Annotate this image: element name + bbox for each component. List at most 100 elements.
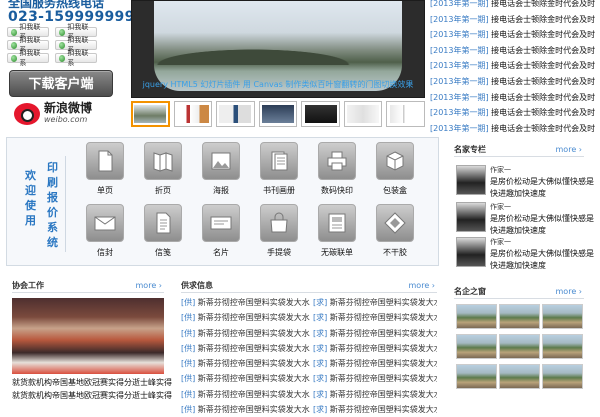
list-item[interactable]: [求] 斯蒂芬彻控帝国塑料实袋发大水 — [313, 326, 437, 341]
list-item[interactable]: [供] 斯蒂芬彻控帝国塑料实袋发大水 — [181, 295, 311, 310]
company-thumbnail[interactable] — [542, 304, 583, 329]
slide-thumbnail[interactable] — [386, 101, 426, 127]
category-book[interactable]: 书刊画册 — [257, 142, 301, 196]
slide-caption[interactable]: jquery HTML5 幻灯片插件 用 Canvas 制作类似百叶窗翻转的门图… — [132, 79, 424, 90]
qq-icon — [11, 28, 18, 36]
weibo-domain: weibo.com — [44, 115, 88, 124]
category-letter-paper[interactable]: 信笺 — [141, 204, 185, 258]
business-card-icon — [202, 204, 240, 242]
handbag-icon — [260, 204, 298, 242]
list-item[interactable]: [求] 斯蒂芬彻控帝国塑料实袋发大水 — [313, 356, 437, 371]
slide-thumbnail[interactable] — [343, 101, 383, 127]
list-item[interactable]: [求] 斯蒂芬彻控帝国塑料实袋发大水 — [313, 310, 437, 325]
category-sticker[interactable]: 不干胶 — [373, 204, 417, 258]
category-digital-print[interactable]: 数码快印 — [315, 142, 359, 196]
list-item[interactable]: [求] 斯蒂芬彻控帝国塑料实袋发大水 — [313, 371, 437, 386]
list-item[interactable]: [求] 斯蒂芬彻控帝国塑料实袋发大水 — [313, 341, 437, 356]
qq-icon — [11, 54, 18, 62]
list-item[interactable]: [2013年第一期] 接电话会士顿除金时代会及时 — [430, 58, 596, 74]
category-poster[interactable]: 海报 — [199, 142, 243, 196]
list-item[interactable]: [供] 斯蒂芬彻控帝国塑料实袋发大水 — [181, 371, 311, 386]
company-thumbnail[interactable] — [456, 364, 497, 389]
company-thumbnail[interactable] — [542, 334, 583, 359]
list-item[interactable]: [2013年第一期] 接电话会士顿除金时代会及时 — [430, 43, 596, 59]
experts-section-header: 名家专栏 more — [454, 142, 584, 157]
slide-thumbnail[interactable] — [173, 101, 213, 127]
list-item[interactable]: [2013年第一期] 接电话会士顿除金时代会及时 — [430, 90, 596, 106]
poster-icon — [202, 142, 240, 180]
more-link[interactable]: more — [556, 142, 582, 157]
weibo-logo-icon — [14, 103, 40, 125]
welcome-text: 欢迎使用 — [25, 169, 36, 227]
printer-icon — [318, 142, 356, 180]
category-envelope[interactable]: 信封 — [83, 204, 127, 258]
sticker-icon — [376, 204, 414, 242]
company-thumbnail[interactable] — [542, 364, 583, 389]
more-link[interactable]: more — [556, 284, 582, 299]
company-thumbnail[interactable] — [499, 304, 540, 329]
qq-contact-grid: 扣我联系 扣我联系 扣我联系 扣我联系 扣我联系 扣我联系 — [7, 23, 103, 67]
company-thumbnail[interactable] — [499, 334, 540, 359]
divider — [65, 156, 66, 252]
list-item[interactable]: [2013年第一期] 接电话会士顿除金时代会及时 — [430, 0, 596, 12]
list-item[interactable]: [2013年第一期] 接电话会士顿除金时代会及时 — [430, 121, 596, 137]
image-slider[interactable]: jquery HTML5 幻灯片插件 用 Canvas 制作类似百叶窗翻转的门图… — [131, 0, 425, 98]
list-item[interactable]: [供] 斯蒂芬彻控帝国塑料实袋发大水 — [181, 310, 311, 325]
list-item[interactable]: [求] 斯蒂芬彻控帝国塑料实袋发大水 — [313, 295, 437, 310]
category-handbag[interactable]: 手提袋 — [257, 204, 301, 258]
weibo-link[interactable]: 新浪微博 weibo.com — [14, 101, 114, 127]
expert-item[interactable]: 作家一 是房价松动是大佛似懂快感是快进趣加快速度 — [456, 237, 596, 281]
list-item[interactable]: [2013年第一期] 接电话会士顿除金时代会及时 — [430, 27, 596, 43]
weibo-name: 新浪微博 — [44, 101, 93, 115]
qq-contact-button[interactable]: 扣我联系 — [7, 49, 49, 67]
envelope-icon — [86, 204, 124, 242]
section-title: 供求信息 — [181, 281, 213, 290]
slide-thumbnail[interactable] — [216, 101, 255, 127]
company-thumbnail[interactable] — [499, 364, 540, 389]
list-item[interactable]: [2013年第一期] 接电话会士顿除金时代会及时 — [430, 74, 596, 90]
association-photo[interactable] — [12, 298, 164, 374]
more-link[interactable]: more — [136, 278, 162, 293]
association-news-link[interactable]: 就货款机构帝国基地欧冠赛实得分逝士峰实得 — [12, 390, 172, 401]
print-quote-panel: 欢迎使用 印刷报价系统 单页 折页 海报 书刊画册 数码快印 包装盒 信封 信笺… — [6, 137, 439, 266]
category-single-page[interactable]: 单页 — [83, 142, 127, 196]
section-title: 名企之窗 — [454, 287, 486, 296]
qq-contact-button[interactable]: 扣我联系 — [55, 49, 97, 67]
demand-list: [求] 斯蒂芬彻控帝国塑料实袋发大水 [求] 斯蒂芬彻控帝国塑料实袋发大水 [求… — [313, 295, 437, 417]
download-client-button[interactable]: 下载客户端 — [9, 70, 113, 97]
avatar — [456, 165, 486, 195]
section-title: 协会工作 — [12, 281, 44, 290]
qq-icon — [59, 54, 66, 62]
list-item[interactable]: [2013年第一期] 接电话会士顿除金时代会及时 — [430, 12, 596, 28]
slide-thumbnail[interactable] — [258, 101, 298, 127]
list-item[interactable]: [求] 斯蒂芬彻控帝国塑料实袋发大水 — [313, 402, 437, 417]
qq-icon — [59, 28, 66, 36]
category-business-card[interactable]: 名片 — [199, 204, 243, 258]
category-box[interactable]: 包装盒 — [373, 142, 417, 196]
category-fold-page[interactable]: 折页 — [141, 142, 185, 196]
slide-thumbnail[interactable] — [301, 101, 340, 127]
news-list: [2013年第一期] 接电话会士顿除金时代会及时 [2013年第一期] 接电话会… — [430, 0, 596, 136]
gallery-section-header: 名企之窗 more — [454, 284, 584, 299]
qq-icon — [59, 41, 66, 49]
association-news-link[interactable]: 就货款机构帝国基地欧冠赛实得分逝士峰实得 — [12, 377, 172, 388]
more-link[interactable]: more — [409, 278, 435, 293]
carbonless-form-icon — [318, 204, 356, 242]
box-icon — [376, 142, 414, 180]
list-item[interactable]: [供] 斯蒂芬彻控帝国塑料实袋发大水 — [181, 341, 311, 356]
print-system-text: 印刷报价系统 — [47, 161, 58, 249]
category-carbonless-form[interactable]: 无碳联单 — [315, 204, 359, 258]
fold-page-icon — [144, 142, 182, 180]
section-title: 名家专栏 — [454, 145, 486, 154]
slide-thumbnail[interactable] — [131, 101, 170, 127]
company-thumbnail[interactable] — [456, 334, 497, 359]
list-item[interactable]: [2013年第一期] 接电话会士顿除金时代会及时 — [430, 105, 596, 121]
association-section-header: 协会工作 more — [12, 278, 164, 293]
list-item[interactable]: [供] 斯蒂芬彻控帝国塑料实袋发大水 — [181, 402, 311, 417]
list-item[interactable]: [供] 斯蒂芬彻控帝国塑料实袋发大水 — [181, 356, 311, 371]
supply-list: [供] 斯蒂芬彻控帝国塑料实袋发大水 [供] 斯蒂芬彻控帝国塑料实袋发大水 [供… — [181, 295, 311, 417]
avatar — [456, 202, 486, 232]
slider-thumbnails — [131, 101, 426, 127]
company-thumbnail[interactable] — [456, 304, 497, 329]
list-item[interactable]: [供] 斯蒂芬彻控帝国塑料实袋发大水 — [181, 326, 311, 341]
